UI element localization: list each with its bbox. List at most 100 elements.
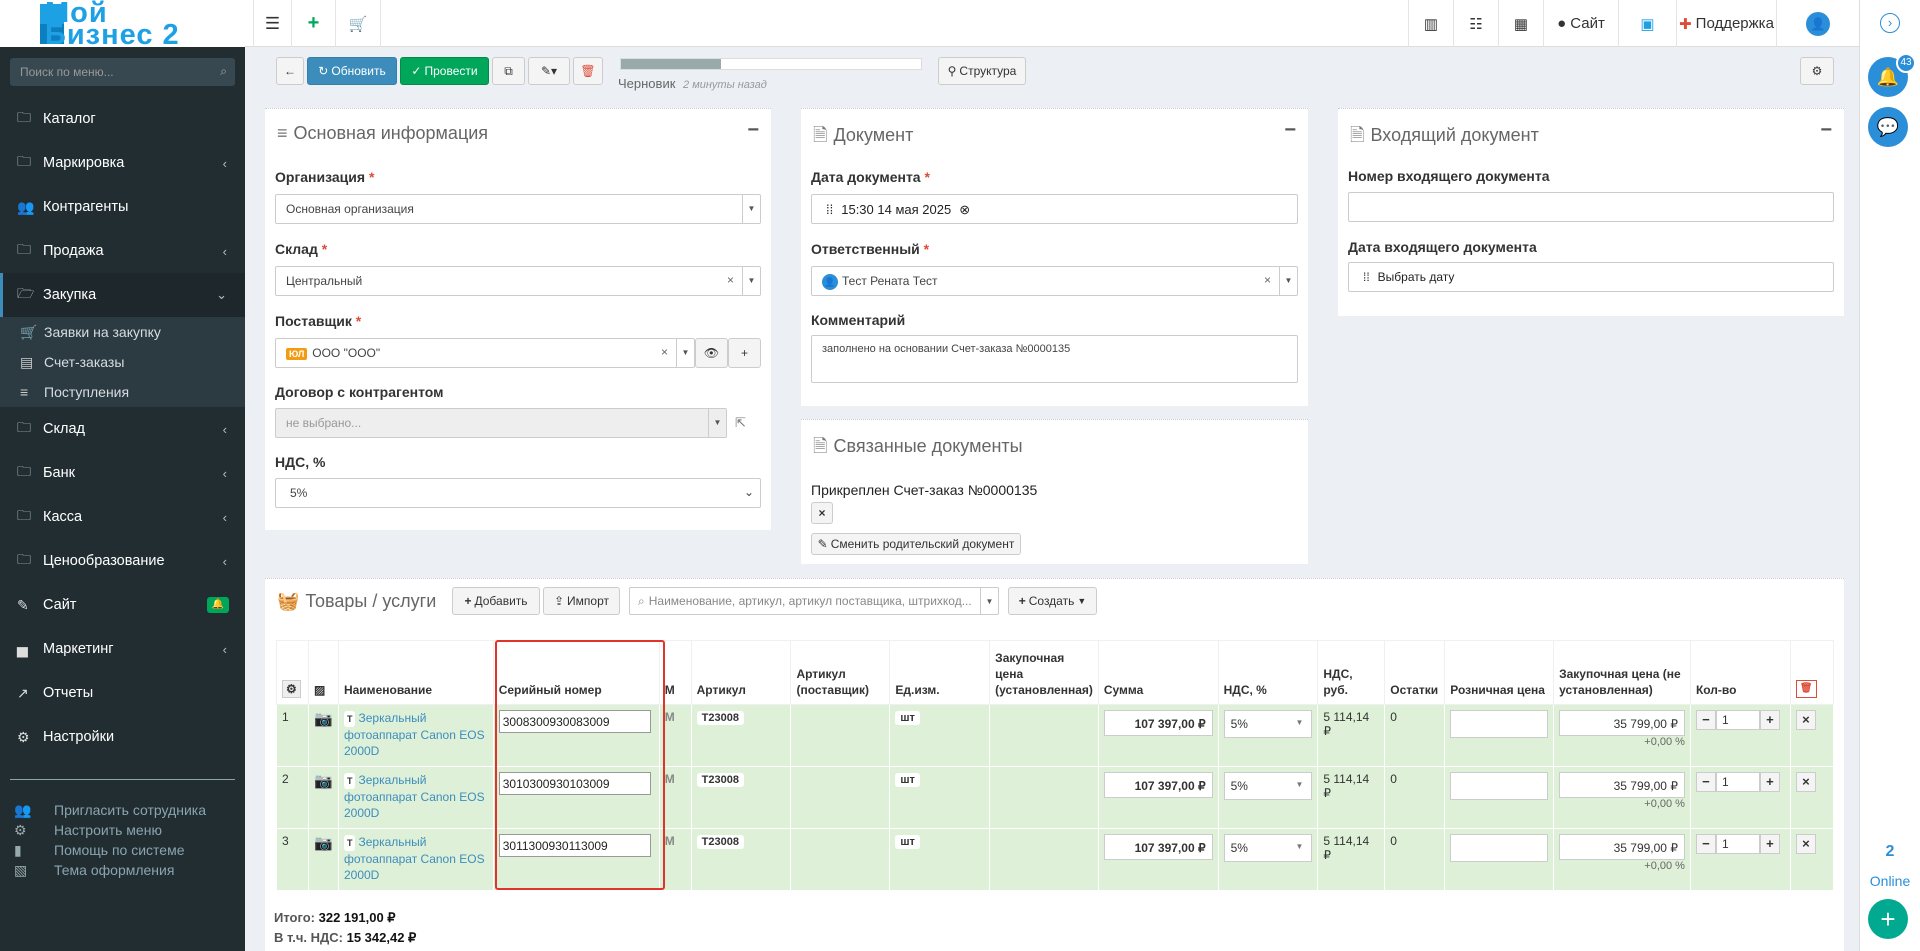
sidebar-item-warehouse[interactable]: 🗀 Склад ‹	[0, 407, 245, 451]
delete-row-button[interactable]: ×	[1795, 772, 1816, 792]
attach-dropdown-button[interactable]: ✎▾	[528, 57, 570, 85]
refresh-button[interactable]: ↻ Обновить	[307, 57, 397, 85]
barcode-icon[interactable]: ▥	[1408, 0, 1453, 47]
product-thumbnail[interactable]: 📷	[307, 704, 339, 767]
delete-all-column-header[interactable]: 🗑	[1789, 640, 1835, 705]
sidebar-item-bank[interactable]: 🗀 Банк ‹	[0, 451, 245, 495]
sidebar-search-input[interactable]: Поиск по меню... ⌕	[10, 58, 235, 86]
sidebar-item-sales[interactable]: 🗀 Продажа ‹	[0, 229, 245, 273]
retail-price-input[interactable]	[1450, 710, 1549, 738]
view-supplier-button[interactable]: 👁	[695, 338, 728, 368]
expand-icon[interactable]: ›	[1880, 13, 1900, 33]
column-header-article[interactable]: Артикул	[690, 640, 792, 705]
warehouse-select[interactable]: Центральный × ▼	[275, 266, 761, 296]
clear-icon[interactable]: ×	[727, 273, 734, 287]
delete-row-button[interactable]: ×	[1795, 710, 1816, 730]
retail-price-input[interactable]	[1450, 772, 1549, 800]
column-header-sum[interactable]: Сумма	[1097, 640, 1219, 705]
back-button[interactable]: ←	[276, 57, 304, 85]
invite-employee-link[interactable]: 👥 Пригласить сотрудника	[14, 800, 206, 820]
purchase-price-input[interactable]: 35 799,00 ₽	[1559, 710, 1685, 736]
incoming-number-input[interactable]	[1348, 192, 1834, 222]
sum-input[interactable]: 107 397,00 ₽	[1103, 772, 1213, 798]
sidebar-subitem-receipts[interactable]: ≡ Поступления	[0, 377, 245, 407]
sidebar-item-settings[interactable]: ⚙ Настройки	[0, 715, 245, 759]
vat-percent-select[interactable]: 5% ▼	[1223, 834, 1313, 862]
delete-row-button[interactable]: ×	[1795, 834, 1816, 854]
purchase-price-input[interactable]: 35 799,00 ₽	[1559, 834, 1685, 860]
clear-circle-icon[interactable]: ⊗	[959, 202, 970, 217]
column-header-qty[interactable]: Кол-во	[1689, 640, 1791, 705]
collapse-icon[interactable]: −	[1820, 119, 1832, 142]
sidebar-subitem-purchase-requests[interactable]: 🛒 Заявки на закупку	[0, 317, 245, 347]
sidebar-item-reports[interactable]: ↗ Отчеты	[0, 671, 245, 715]
cart-icon[interactable]: 🛒	[335, 0, 381, 47]
purchase-price-input[interactable]: 35 799,00 ₽	[1559, 772, 1685, 798]
list-icon[interactable]: ☷	[1453, 0, 1498, 47]
column-header-retail-price[interactable]: Розничная цена	[1444, 640, 1555, 705]
detach-button[interactable]: ×	[811, 502, 833, 524]
clear-icon[interactable]: ×	[661, 345, 668, 359]
sidebar-item-site[interactable]: ✎ Сайт 🔔	[0, 583, 245, 627]
product-thumbnail[interactable]: 📷	[307, 828, 339, 891]
goods-search-input[interactable]: ⌕ Наименование, артикул, артикул поставщи…	[629, 587, 999, 615]
sidebar-item-purchase[interactable]: 🗁 Закупка ⌄	[0, 273, 245, 317]
sidebar-item-marketing[interactable]: ▅ Маркетинг ‹	[0, 627, 245, 671]
sum-input[interactable]: 107 397,00 ₽	[1103, 710, 1213, 736]
column-header-unit[interactable]: Ед.изм.	[889, 640, 991, 705]
import-button[interactable]: ⇪ Импорт	[543, 587, 620, 615]
plus-icon[interactable]: +	[291, 0, 335, 47]
decrease-qty-button[interactable]: −	[1695, 772, 1716, 792]
collapse-icon[interactable]: −	[1284, 119, 1296, 142]
column-header-name[interactable]: Наименование	[337, 640, 494, 705]
clear-icon[interactable]: ×	[1264, 273, 1271, 287]
vat-percent-select[interactable]: 5% ▼	[1223, 772, 1313, 800]
qty-input[interactable]: 1	[1715, 710, 1760, 730]
product-name-link[interactable]: Зеркальный фотоаппарат Canon EOS 2000D	[344, 835, 485, 882]
increase-qty-button[interactable]: +	[1759, 772, 1780, 792]
column-header-stock[interactable]: Остатки	[1384, 640, 1446, 705]
sidebar-item-pricing[interactable]: 🗀 Ценообразование ‹	[0, 539, 245, 583]
settings-button[interactable]: ⚙	[1800, 57, 1834, 85]
post-button[interactable]: ✓ Провести	[400, 57, 489, 85]
online-label[interactable]: Online	[1860, 873, 1920, 889]
org-select[interactable]: Основная организация ▼	[275, 194, 761, 224]
retail-price-input[interactable]	[1450, 834, 1549, 862]
app-icon[interactable]: ▣	[1618, 0, 1676, 47]
settings-column-header[interactable]: ⚙	[276, 640, 309, 705]
column-header-purchase-price-set[interactable]: Закупочная цена (установленная)	[989, 640, 1099, 705]
increase-qty-button[interactable]: +	[1759, 710, 1780, 730]
support-link[interactable]: ✚ Поддержка	[1676, 0, 1776, 47]
product-name-link[interactable]: Зеркальный фотоаппарат Canon EOS 2000D	[344, 773, 485, 820]
sidebar-item-catalog[interactable]: 🗀 Каталог	[0, 97, 245, 141]
contract-select[interactable]: не выбрано... ▼	[275, 408, 727, 438]
decrease-qty-button[interactable]: −	[1695, 834, 1716, 854]
chat-button[interactable]: 💬	[1868, 107, 1908, 147]
add-supplier-button[interactable]: +	[728, 338, 761, 368]
qty-input[interactable]: 1	[1715, 772, 1760, 792]
help-link[interactable]: ▮ Помощь по системе	[14, 840, 185, 860]
incoming-date-button[interactable]: ⁞⁞ Выбрать дату	[1348, 262, 1834, 292]
product-thumbnail[interactable]: 📷	[307, 766, 339, 829]
create-dropdown-button[interactable]: + Создать ▼	[1008, 587, 1097, 615]
menu-toggle-icon[interactable]: ☰	[253, 0, 291, 47]
add-goods-button[interactable]: + Добавить	[452, 587, 540, 615]
sum-input[interactable]: 107 397,00 ₽	[1103, 834, 1213, 860]
sidebar-item-cash[interactable]: 🗀 Касса ‹	[0, 495, 245, 539]
date-input[interactable]: ⁞⁞ 15:30 14 мая 2025 ⊗	[811, 194, 1298, 224]
structure-button[interactable]: ⚲ Структура	[938, 57, 1026, 85]
vat-percent-select[interactable]: 5% ▼	[1223, 710, 1313, 738]
change-parent-button[interactable]: ✎ Сменить родительский документ	[811, 533, 1021, 555]
user-menu[interactable]: 👤	[1776, 0, 1859, 47]
delete-button[interactable]: 🗑	[573, 57, 603, 85]
responsible-select[interactable]: 👤 Тест Рената Тест × ▼	[811, 266, 1298, 296]
vat-select[interactable]: 5% ⌄	[275, 478, 761, 508]
calendar-icon[interactable]: ▦	[1498, 0, 1543, 47]
comment-textarea[interactable]: заполнено на основании Счет-заказа №0000…	[811, 335, 1298, 383]
collapse-icon[interactable]: −	[747, 119, 759, 142]
serial-number-input[interactable]: 3010300930103009	[498, 772, 651, 795]
product-name-link[interactable]: Зеркальный фотоаппарат Canon EOS 2000D	[344, 711, 485, 758]
column-header-serial[interactable]: Серийный номер	[492, 640, 660, 705]
external-link-icon[interactable]: ⇱	[735, 415, 746, 431]
column-header-purchase-price-unset[interactable]: Закупочная цена (не установленная)	[1553, 640, 1691, 705]
